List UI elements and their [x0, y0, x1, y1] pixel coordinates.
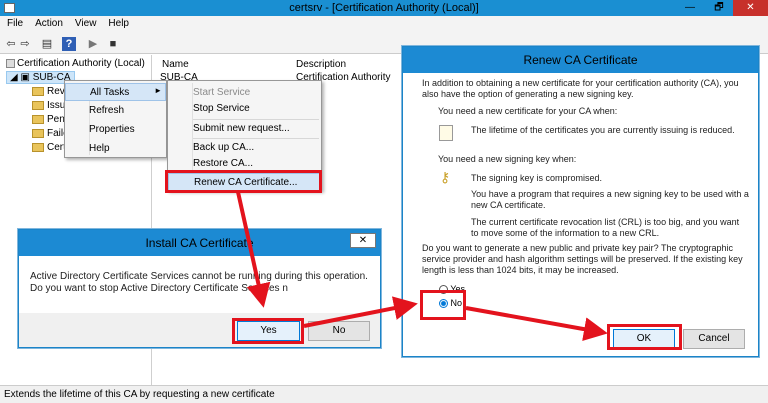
arrow-no-to-ok [465, 306, 608, 341]
arrow-yes-to-no [303, 296, 418, 328]
annotation-arrows [236, 191, 608, 341]
status-bar: Extends the lifetime of this CA by reque… [0, 385, 768, 403]
arrow-renew-to-yes [236, 191, 271, 308]
